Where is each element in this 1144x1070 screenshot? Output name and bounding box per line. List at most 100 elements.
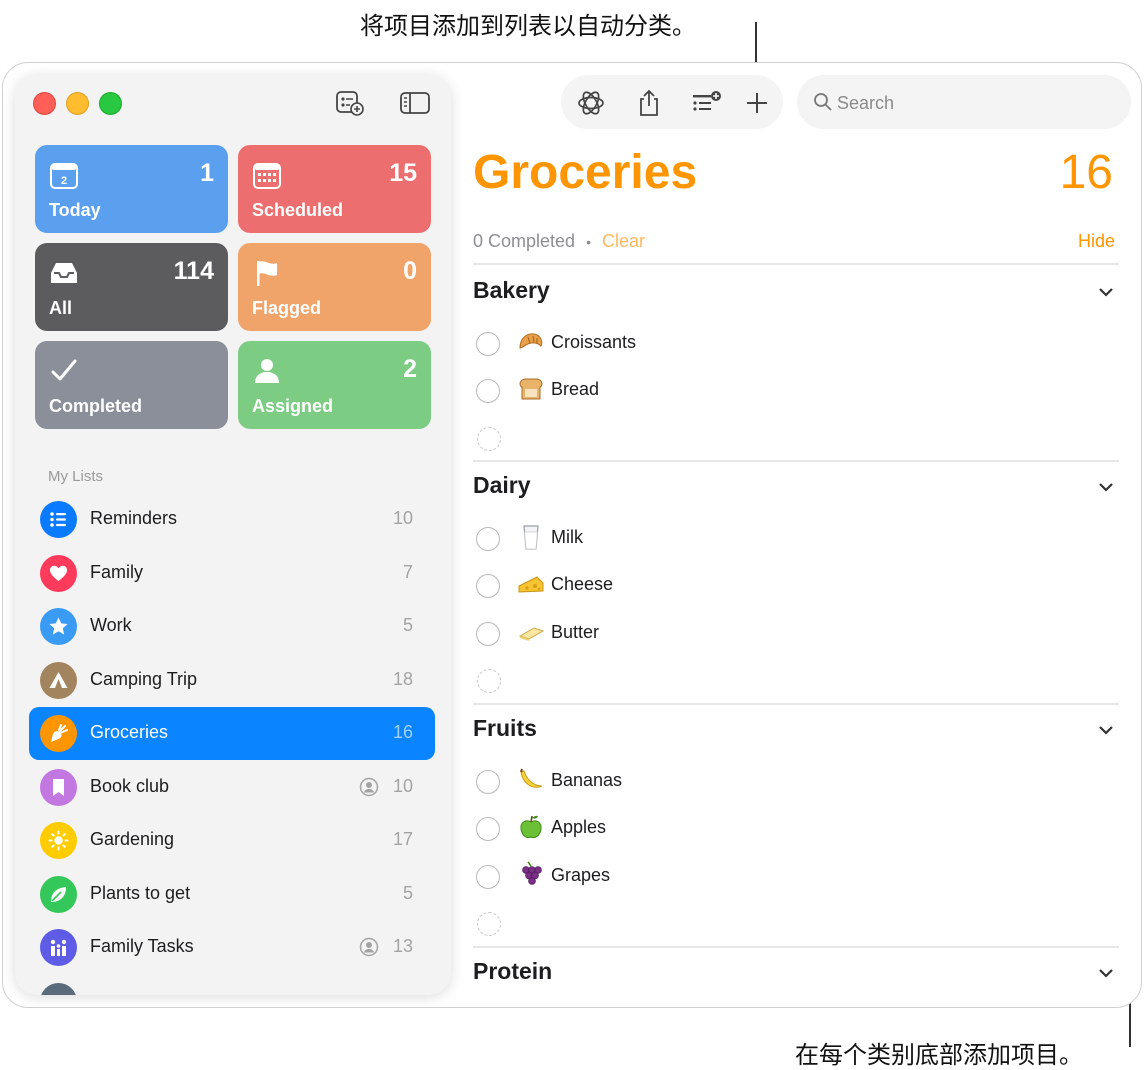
complete-checkbox[interactable] — [476, 574, 500, 598]
complete-checkbox[interactable] — [476, 527, 500, 551]
list-count: 10 — [392, 776, 413, 796]
completed-summary: 0 Completed • Clear — [473, 231, 645, 252]
list-color-circle — [40, 555, 77, 592]
sidebar-item-work[interactable]: Work 5 — [29, 600, 435, 653]
sidebar-item-book-club[interactable]: Book club 10 — [29, 761, 435, 814]
list-color-circle — [40, 715, 77, 752]
chevron-down-icon[interactable] — [1097, 478, 1115, 496]
person-icon — [255, 359, 279, 383]
add-reminder-button[interactable] — [742, 88, 772, 118]
new-list-button[interactable] — [335, 89, 365, 117]
chevron-down-icon[interactable] — [1097, 721, 1115, 739]
complete-checkbox[interactable] — [476, 865, 500, 889]
complete-checkbox[interactable] — [476, 332, 500, 356]
close-window-button[interactable] — [33, 92, 56, 115]
item-name: Apples — [551, 817, 607, 837]
reminder-item: Croissants — [473, 324, 1119, 364]
flag-icon — [257, 261, 277, 286]
list-name: Book club — [90, 776, 170, 796]
list-count: 10 — [392, 508, 413, 528]
cheese-icon — [518, 576, 544, 593]
complete-checkbox[interactable] — [476, 622, 500, 646]
all-label: All — [49, 298, 73, 318]
callout-top: 将项目添加到列表以自动分类。 — [360, 12, 696, 40]
sidebar-item-reminders[interactable]: Reminders 10 — [29, 493, 435, 546]
new-list-icon — [336, 91, 364, 116]
smart-list-all[interactable]: 114 All — [35, 243, 228, 331]
reminder-item: Grapes — [473, 857, 1119, 897]
heart-icon — [50, 565, 67, 581]
family-icon — [50, 939, 67, 956]
sidebar-item-family[interactable]: Family 7 — [29, 547, 435, 600]
divider — [473, 263, 1119, 265]
clear-completed-link[interactable]: Clear — [602, 231, 645, 251]
chevron-down-icon[interactable] — [1097, 964, 1115, 982]
today-label: Today — [49, 200, 101, 220]
chevron-down-icon[interactable] — [1097, 283, 1115, 301]
separator-dot: • — [586, 234, 591, 250]
sidebar: 2 1 Today 15 Scheduled 114 All 0 Flagged… — [15, 75, 451, 995]
sidebar-item-plants-to-get[interactable]: Plants to get 5 — [29, 868, 435, 921]
smart-list-flagged[interactable]: 0 Flagged — [238, 243, 431, 331]
completed-label: Completed — [49, 396, 143, 416]
hide-completed-link[interactable]: Hide — [1078, 231, 1115, 252]
smart-list-completed[interactable]: Completed — [35, 341, 228, 429]
search-field[interactable] — [797, 75, 1131, 129]
complete-checkbox[interactable] — [476, 817, 500, 841]
smart-list-assigned[interactable]: 2 Assigned — [238, 341, 431, 429]
list-title: Groceries — [473, 146, 698, 199]
category-header-fruits[interactable]: Fruits — [473, 711, 1119, 751]
share-button[interactable] — [634, 88, 664, 118]
list-color-circle — [40, 608, 77, 645]
category-name: Protein — [473, 958, 553, 984]
sidebar-item-gardening[interactable]: Gardening 17 — [29, 814, 435, 867]
add-item-fruits[interactable] — [477, 912, 501, 936]
complete-checkbox[interactable] — [476, 770, 500, 794]
assigned-count: 2 — [403, 355, 417, 383]
smart-list-scheduled[interactable]: 15 Scheduled — [238, 145, 431, 233]
complete-checkbox[interactable] — [476, 379, 500, 403]
item-name: Bread — [551, 379, 600, 399]
category-name: Dairy — [473, 472, 531, 498]
smart-list-today[interactable]: 2 1 Today — [35, 145, 228, 233]
divider — [473, 946, 1119, 948]
scheduled-label: Scheduled — [252, 200, 344, 220]
minimize-window-button[interactable] — [66, 92, 89, 115]
apple-intelligence-button[interactable] — [576, 88, 606, 118]
list-name: Camping Trip — [90, 669, 198, 689]
flagged-count: 0 — [403, 257, 417, 285]
category-header-protein[interactable]: Protein — [473, 954, 1119, 994]
add-item-bakery[interactable] — [477, 427, 501, 451]
list-name: Family — [90, 562, 143, 582]
reminder-item: Milk — [473, 519, 1119, 559]
list-color-circle-partial — [40, 983, 77, 995]
category-header-bakery[interactable]: Bakery — [473, 273, 1119, 313]
sidebar-item-groceries[interactable]: Groceries 16 — [29, 707, 435, 760]
category-header-dairy[interactable]: Dairy — [473, 468, 1119, 508]
list-color-circle — [40, 501, 77, 538]
flagged-label: Flagged — [252, 298, 322, 318]
item-name: Butter — [551, 622, 600, 642]
sidebar-item-family-tasks[interactable]: Family Tasks 13 — [29, 921, 435, 974]
shared-person-icon — [359, 777, 379, 797]
item-name: Cheese — [551, 574, 614, 594]
toggle-sidebar-button[interactable] — [400, 89, 430, 117]
list-name: Gardening — [90, 829, 175, 849]
list-color-circle — [40, 662, 77, 699]
zoom-window-button[interactable] — [99, 92, 122, 115]
reminders-window: 2 1 Today 15 Scheduled 114 All 0 Flagged… — [2, 62, 1142, 1008]
search-input[interactable] — [835, 89, 1119, 117]
calendar-day-number: 2 — [61, 175, 67, 187]
add-section-button[interactable] — [691, 88, 721, 118]
reminder-item: Cheese — [473, 566, 1119, 606]
reminder-item: Bananas — [473, 762, 1119, 802]
sidebar-item-camping-trip[interactable]: Camping Trip 18 — [29, 654, 435, 707]
add-item-dairy[interactable] — [477, 669, 501, 693]
sidebar-icon — [400, 92, 430, 114]
list-name: Reminders — [90, 508, 178, 528]
list-total-count: 16 — [1059, 146, 1113, 199]
bread-icon — [519, 378, 543, 400]
today-count: 1 — [200, 159, 214, 187]
list-color-circle — [40, 876, 77, 913]
list-count: 7 — [402, 562, 413, 582]
